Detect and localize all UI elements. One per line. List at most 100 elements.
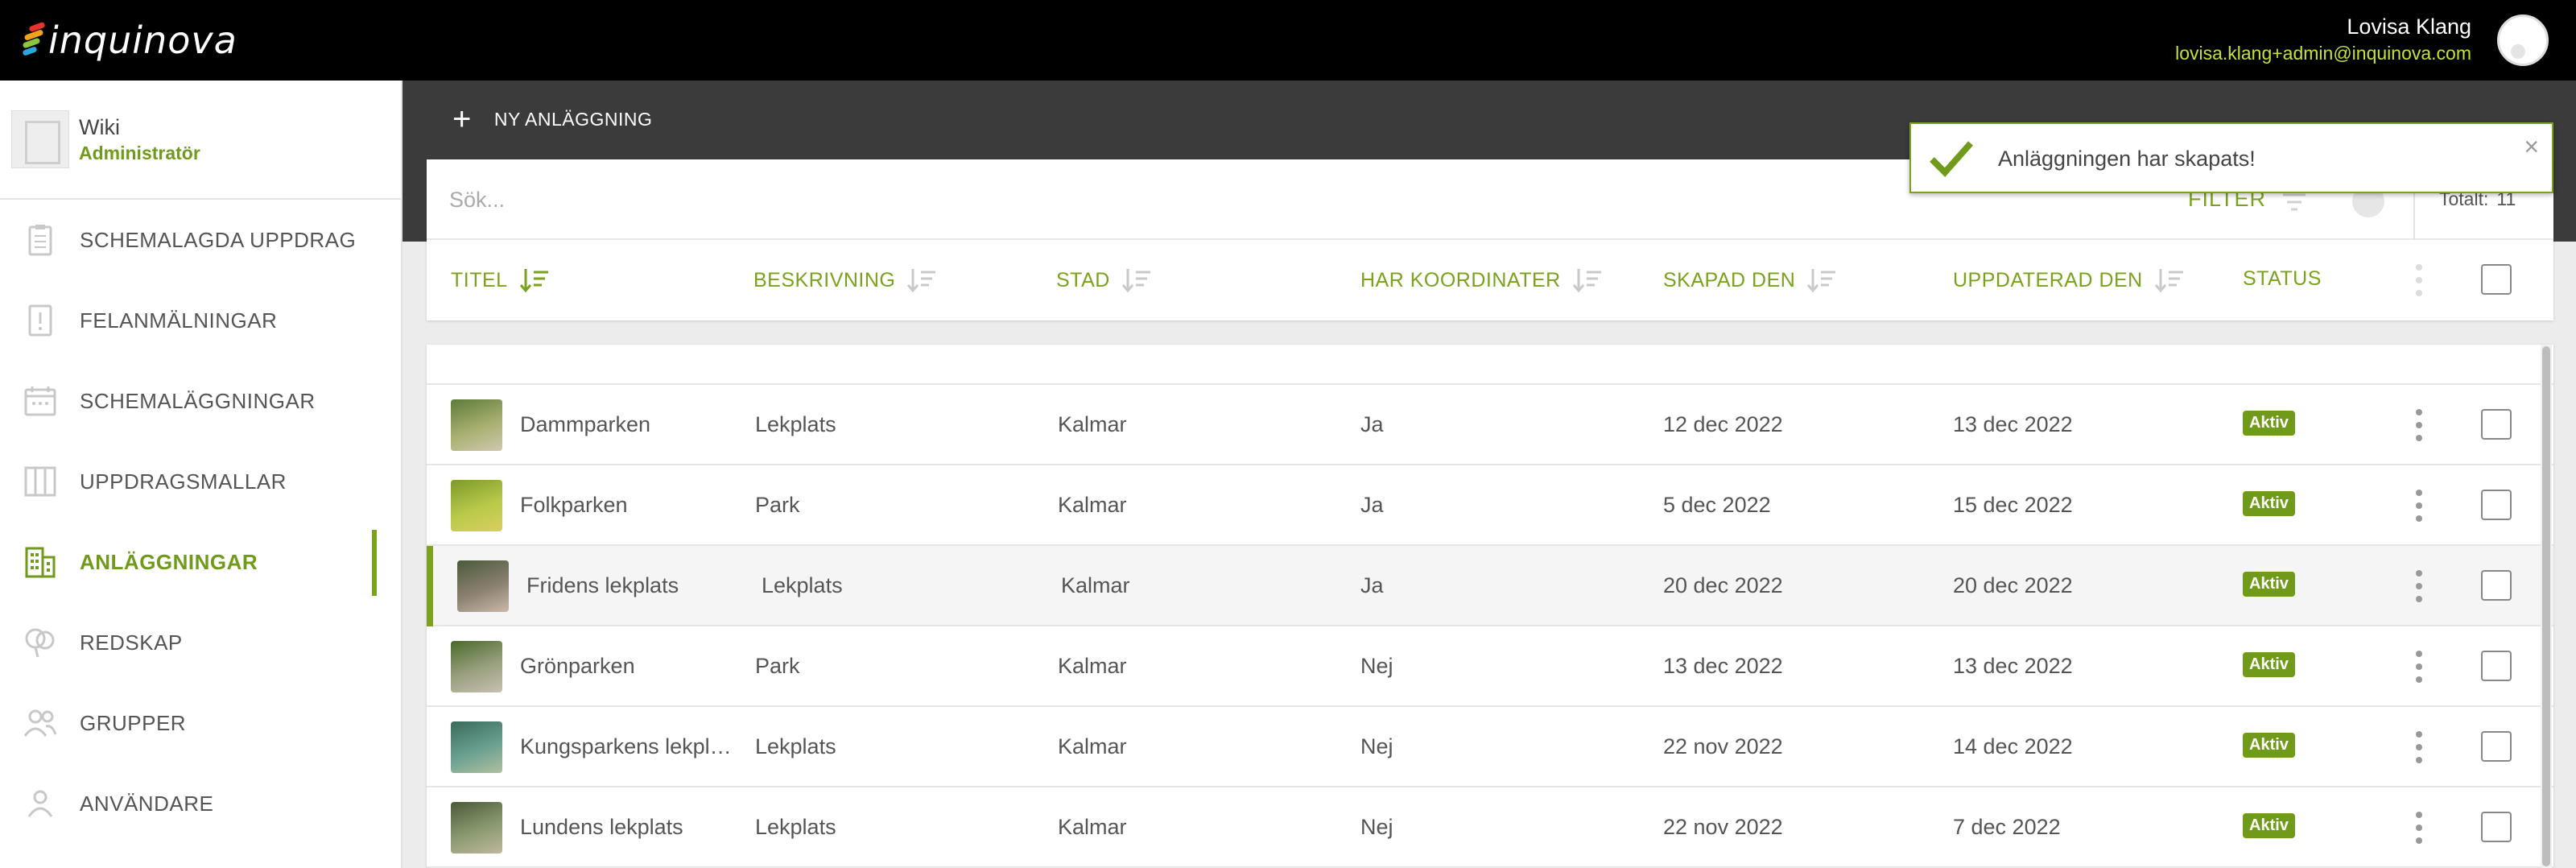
row-more-icon[interactable] [2415, 812, 2423, 844]
row-checkbox[interactable] [2481, 812, 2512, 842]
workspace-role: Administratör [79, 143, 200, 163]
table-row[interactable]: Kungsparkens lekpl… Lekplats Kalmar Nej … [427, 707, 2553, 787]
cell-title[interactable]: Folkparken [520, 493, 628, 518]
column-header-description[interactable]: BESKRIVNING [753, 267, 939, 293]
toast-message: Anläggningen har skapats! [1998, 147, 2256, 171]
workspace-selector[interactable]: Wiki Administratör [0, 81, 401, 200]
cell-updated: 7 dec 2022 [1953, 815, 2061, 839]
clipboard-icon [23, 222, 58, 258]
status-badge: Aktiv [2243, 572, 2295, 597]
cell-title[interactable]: Grönparken [520, 654, 635, 679]
column-header-coordinates[interactable]: HAR KOORDINATER [1360, 267, 1604, 293]
cell-title[interactable]: Fridens lekplats [526, 573, 679, 598]
plus-icon: + [452, 101, 472, 137]
sort-icon [907, 269, 936, 293]
row-checkbox[interactable] [2481, 490, 2512, 520]
sidebar: Wiki Administratör SCHEMALAGDA UPPDRAG F… [0, 81, 402, 868]
row-checkbox[interactable] [2481, 731, 2512, 762]
cell-coordinates: Nej [1360, 815, 1393, 839]
app-logo[interactable]: inquinova [21, 16, 237, 64]
user-name: Lovisa Klang [2347, 14, 2471, 39]
column-header-status[interactable]: STATUS [2243, 267, 2322, 291]
sidebar-item-label: GRUPPER [80, 710, 187, 735]
header-more-icon [2415, 264, 2423, 296]
cell-description: Park [755, 493, 800, 517]
new-facility-button[interactable]: + NY ANLÄGGNING [452, 103, 652, 135]
filter-icon[interactable] [2278, 190, 2310, 214]
calendar-icon [23, 383, 58, 419]
new-facility-label: NY ANLÄGGNING [493, 108, 653, 130]
sidebar-item-schemalagda-uppdrag[interactable]: SCHEMALAGDA UPPDRAG [0, 200, 401, 280]
sidebar-item-label: FELANMÄLNINGAR [80, 308, 278, 333]
sort-icon [1121, 269, 1150, 293]
alert-report-icon [23, 303, 58, 338]
row-checkbox[interactable] [2481, 409, 2512, 440]
row-more-icon[interactable] [2415, 731, 2423, 763]
select-all-checkbox[interactable] [2481, 264, 2512, 295]
facility-thumbnail [451, 641, 502, 692]
avatar[interactable] [2497, 14, 2549, 66]
cell-updated: 15 dec 2022 [1953, 493, 2073, 517]
cell-created: 12 dec 2022 [1663, 412, 1783, 436]
facility-table: Dammparken Lekplats Kalmar Ja 12 dec 202… [427, 345, 2553, 868]
row-checkbox[interactable] [2481, 651, 2512, 681]
cell-city: Kalmar [1061, 573, 1130, 597]
user-email: lovisa.klang+admin@inquinova.com [2175, 43, 2471, 64]
cell-title[interactable]: Dammparken [520, 412, 650, 437]
sidebar-item-label: UPPDRAGSMALLAR [80, 469, 287, 494]
cell-description: Lekplats [755, 734, 836, 758]
scrollbar-thumb[interactable] [2542, 346, 2550, 866]
table-spacer [427, 345, 2553, 385]
sidebar-item-uppdragsmallar[interactable]: UPPDRAGSMALLAR [0, 441, 401, 522]
sort-icon [519, 269, 548, 293]
table-row[interactable]: Fridens lekplats Lekplats Kalmar Ja 20 d… [427, 546, 2553, 626]
row-more-icon[interactable] [2415, 409, 2423, 441]
cell-coordinates: Nej [1360, 654, 1393, 678]
cell-created: 5 dec 2022 [1663, 493, 1771, 517]
cell-city: Kalmar [1058, 734, 1127, 758]
cell-created: 20 dec 2022 [1663, 573, 1783, 597]
equipment-icon [23, 625, 58, 660]
cell-description: Lekplats [755, 412, 836, 436]
cell-created: 22 nov 2022 [1663, 734, 1783, 758]
cell-created: 13 dec 2022 [1663, 654, 1783, 678]
status-badge: Aktiv [2243, 813, 2295, 838]
cell-title[interactable]: Lundens lekplats [520, 815, 683, 840]
row-more-icon[interactable] [2415, 570, 2423, 602]
cell-coordinates: Ja [1360, 412, 1384, 436]
sidebar-item-anvandare[interactable]: ANVÄNDARE [0, 763, 401, 844]
row-more-icon[interactable] [2415, 651, 2423, 683]
column-header-updated[interactable]: UPPDATERAD DEN [1953, 267, 2186, 293]
top-bar: inquinova Lovisa Klang lovisa.klang+admi… [0, 0, 2576, 81]
cell-description: Lekplats [755, 815, 836, 839]
sidebar-item-schemalaggningar[interactable]: SCHEMALÄGGNINGAR [0, 361, 401, 441]
table-row[interactable]: Dammparken Lekplats Kalmar Ja 12 dec 202… [427, 385, 2553, 465]
facility-thumbnail [451, 399, 502, 451]
column-header-created[interactable]: SKAPAD DEN [1663, 267, 1839, 293]
success-toast: Anläggningen har skapats! × [1909, 122, 2553, 193]
sidebar-item-anlaggningar[interactable]: ANLÄGGNINGAR [0, 522, 401, 602]
cell-city: Kalmar [1058, 654, 1127, 678]
cell-description: Lekplats [762, 573, 843, 597]
facility-thumbnail [457, 560, 509, 612]
sidebar-item-redskap[interactable]: REDSKAP [0, 602, 401, 683]
column-header-title[interactable]: TITEL [451, 267, 551, 293]
workspace-thumbnail [11, 110, 69, 168]
sidebar-item-felanmalningar[interactable]: FELANMÄLNINGAR [0, 280, 401, 361]
row-checkbox[interactable] [2481, 570, 2512, 601]
facility-thumbnail [451, 721, 502, 773]
facility-thumbnail [451, 802, 502, 854]
cell-title[interactable]: Kungsparkens lekpl… [520, 734, 732, 759]
cell-coordinates: Nej [1360, 734, 1393, 758]
logo-text: inquinova [48, 19, 237, 62]
sidebar-item-grupper[interactable]: GRUPPER [0, 683, 401, 763]
table-row[interactable]: Folkparken Park Kalmar Ja 5 dec 2022 15 … [427, 465, 2553, 546]
table-row[interactable]: Lundens lekplats Lekplats Kalmar Nej 22 … [427, 787, 2553, 868]
status-badge: Aktiv [2243, 652, 2295, 677]
column-header-city[interactable]: STAD [1056, 267, 1154, 293]
user-info[interactable]: Lovisa Klang lovisa.klang+admin@inquinov… [2175, 13, 2471, 66]
cell-city: Kalmar [1058, 493, 1127, 517]
table-row[interactable]: Grönparken Park Kalmar Nej 13 dec 2022 1… [427, 626, 2553, 707]
close-icon[interactable]: × [2524, 134, 2539, 159]
row-more-icon[interactable] [2415, 490, 2423, 522]
